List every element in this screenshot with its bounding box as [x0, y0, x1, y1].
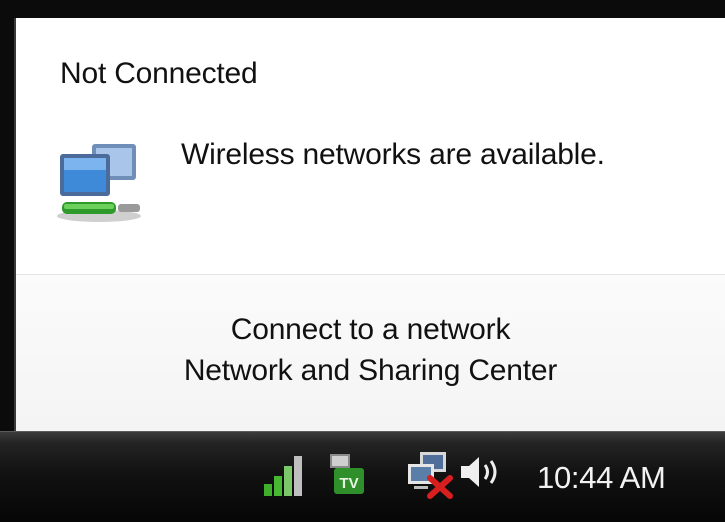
teamviewer-icon[interactable]: TV: [324, 450, 368, 498]
taskbar: TV 10:44 AM: [0, 431, 725, 522]
svg-text:TV: TV: [339, 475, 358, 492]
popup-links-area: [16, 275, 725, 431]
network-disconnected-icon[interactable]: [404, 450, 456, 500]
connect-to-network-link[interactable]: Connect to a network: [16, 313, 725, 347]
status-message: Wireless networks are available.: [181, 138, 605, 171]
speaker-icon[interactable]: [455, 452, 511, 492]
network-sharing-center-link[interactable]: Network and Sharing Center: [16, 354, 725, 388]
network-status-popup: Not Connected Wireless networks are avai…: [14, 18, 725, 431]
network-computers-icon: [57, 144, 141, 222]
signal-bars-icon[interactable]: [262, 452, 308, 498]
status-title: Not Connected: [60, 57, 258, 90]
clock[interactable]: 10:44 AM: [537, 460, 666, 496]
popup-status-area: Not Connected Wireless networks are avai…: [16, 18, 725, 274]
